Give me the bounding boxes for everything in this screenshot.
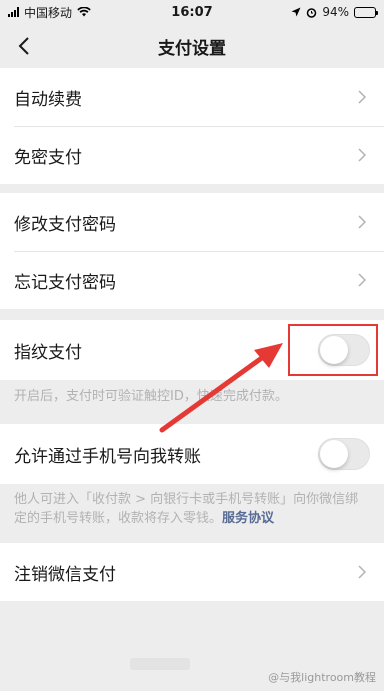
fingerprint-payment-label: 指纹支付 <box>14 342 82 363</box>
change-password-item[interactable]: 修改支付密码 <box>0 193 384 251</box>
fingerprint-toggle[interactable] <box>318 334 370 366</box>
cancel-wechat-pay-label: 注销微信支付 <box>14 564 116 585</box>
chevron-right-icon <box>354 147 370 163</box>
signal-icon <box>8 7 19 17</box>
chevron-right-icon <box>354 214 370 230</box>
forgot-password-label: 忘记支付密码 <box>14 272 116 293</box>
service-agreement-link[interactable]: 服务协议 <box>222 511 274 526</box>
status-left: 中国移动 <box>8 4 91 21</box>
auto-renewal-item[interactable]: 自动续费 <box>0 68 384 126</box>
blurred-region <box>130 658 190 670</box>
settings-group-cancel: 注销微信支付 <box>0 543 384 601</box>
toggle-knob <box>320 440 348 468</box>
auto-renewal-label: 自动续费 <box>14 89 82 110</box>
watermark: @与我lightroom教程 <box>268 671 376 684</box>
fingerprint-payment-item: 指纹支付 <box>0 320 384 380</box>
battery-icon <box>354 6 378 18</box>
chevron-left-icon <box>18 37 29 55</box>
password-free-payment-item[interactable]: 免密支付 <box>0 126 384 184</box>
change-password-label: 修改支付密码 <box>14 214 116 235</box>
phone-transfer-hint-text: 他人可进入「收付款 > 向银行卡或手机号转账」向你微信绑定的手机号转账，收款将存… <box>14 492 359 526</box>
chevron-right-icon <box>354 89 370 105</box>
toggle-knob <box>320 336 348 364</box>
settings-group-fingerprint: 指纹支付 <box>0 320 384 380</box>
phone-transfer-label: 允许通过手机号向我转账 <box>14 446 201 467</box>
password-free-payment-label: 免密支付 <box>14 147 82 168</box>
forgot-password-item[interactable]: 忘记支付密码 <box>0 251 384 309</box>
location-arrow-icon <box>291 7 301 17</box>
cancel-wechat-pay-item[interactable]: 注销微信支付 <box>0 543 384 601</box>
back-button[interactable] <box>8 30 40 62</box>
battery-percent: 94% <box>322 5 349 19</box>
phone-transfer-toggle[interactable] <box>318 438 370 470</box>
phone-transfer-item: 允许通过手机号向我转账 <box>0 424 384 484</box>
carrier-label: 中国移动 <box>24 5 73 20</box>
settings-group-phone-transfer: 允许通过手机号向我转账 <box>0 424 384 484</box>
chevron-right-icon <box>354 272 370 288</box>
status-right: 94% <box>291 5 378 19</box>
alarm-icon <box>307 7 317 18</box>
phone-transfer-hint: 他人可进入「收付款 > 向银行卡或手机号转账」向你微信绑定的手机号转账，收款将存… <box>0 490 384 528</box>
page-title: 支付设置 <box>158 38 226 59</box>
settings-group-password: 修改支付密码 忘记支付密码 <box>0 193 384 309</box>
wifi-icon <box>77 7 91 17</box>
status-bar: 中国移动 16:07 94% <box>0 0 384 24</box>
settings-group-renewal: 自动续费 免密支付 <box>0 68 384 184</box>
fingerprint-hint: 开启后，支付时可验证触控ID，快速完成付款。 <box>14 389 288 404</box>
chevron-right-icon <box>354 564 370 580</box>
nav-bar: 支付设置 <box>0 24 384 68</box>
